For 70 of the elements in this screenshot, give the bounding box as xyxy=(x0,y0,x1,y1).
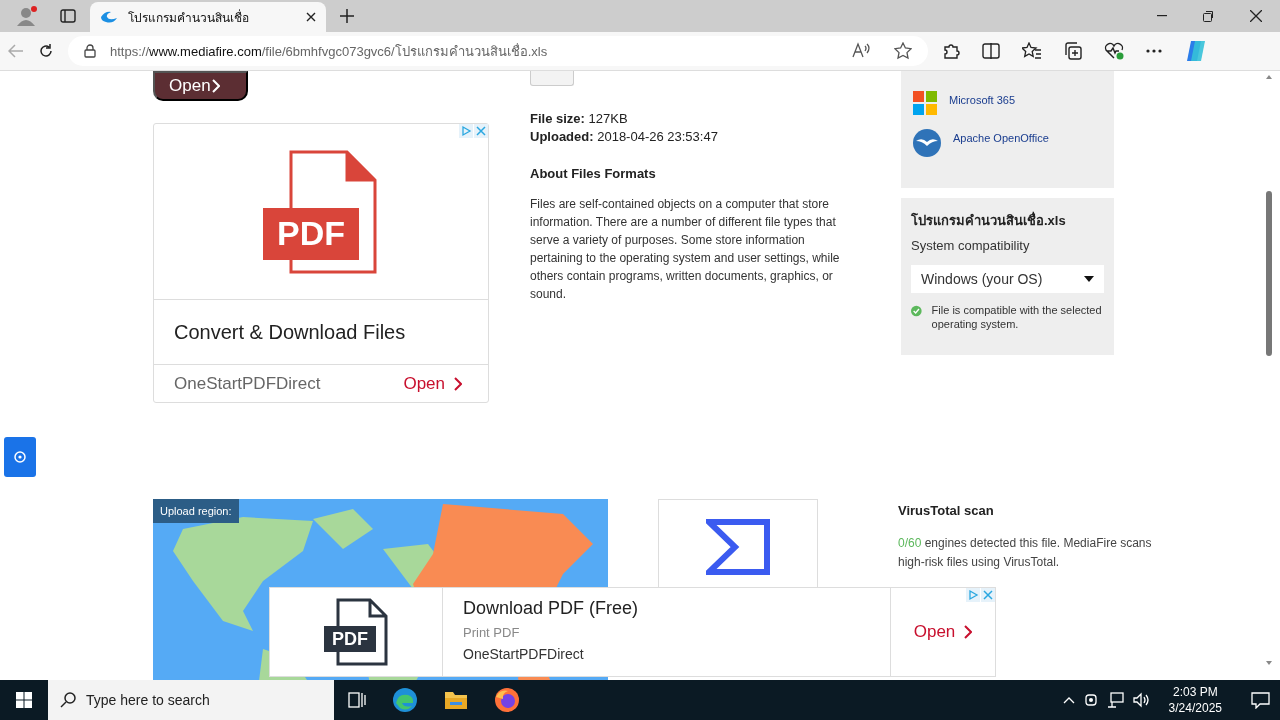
restore-icon[interactable] xyxy=(1203,10,1214,22)
more-icon[interactable] xyxy=(1146,49,1162,53)
gull-globe-icon xyxy=(913,129,941,157)
minimize-icon[interactable] xyxy=(1157,15,1167,17)
read-aloud-icon[interactable] xyxy=(852,42,872,58)
collections-icon[interactable] xyxy=(1064,42,1082,60)
chevron-icon xyxy=(453,376,462,391)
star-icon[interactable] xyxy=(894,42,912,60)
windows-start-icon[interactable] xyxy=(16,692,32,708)
split-screen-icon[interactable] xyxy=(982,43,1000,59)
settings-button[interactable] xyxy=(4,437,36,477)
chevron-icon xyxy=(210,79,220,93)
new-tab-icon[interactable] xyxy=(340,9,354,23)
close-icon[interactable] xyxy=(1250,10,1262,22)
open-button[interactable]: Open xyxy=(153,71,248,101)
ad-title: Download PDF (Free) xyxy=(463,598,640,619)
scan-heading: VirusTotal scan xyxy=(898,502,995,520)
section-heading: About Files Formats xyxy=(530,166,657,181)
ad-card[interactable]: PDF Convert & Download Files OneStartPDFDirect Open xyxy=(153,123,489,403)
search-icon xyxy=(60,692,76,708)
floating-ad-banner[interactable]: PDF Download PDF (Free) Print PDF OneStartPDFDirect Open xyxy=(269,587,996,677)
extensions-icon[interactable] xyxy=(942,42,960,60)
edge-browser-icon[interactable] xyxy=(392,687,418,713)
about-paragraph: Files are self-contained objects on a computer that store information. There are a number of different file types that serve a variety of purposes. Some store information pertaining to the operating system and user settings, while others contain programs, written documents, graphics, or sound. xyxy=(530,196,841,303)
ad-open-link[interactable]: Open xyxy=(403,373,462,394)
os-dropdown[interactable]: Windows (your OS) xyxy=(911,265,1104,293)
compatibility-label: System compatibility xyxy=(911,238,1031,253)
favorites-icon[interactable] xyxy=(1022,42,1042,60)
close-icon[interactable] xyxy=(306,12,316,22)
advertiser-name: OneStartPDFDirect xyxy=(174,373,321,394)
scan-result-text: 0/60 engines detected this file. MediaFire scans high-risk files using VirusTotal. xyxy=(898,535,1153,571)
sigma-logo-icon xyxy=(706,519,770,575)
app-link[interactable]: Microsoft 365 xyxy=(949,94,1016,106)
lock-icon xyxy=(84,44,96,58)
pdf-label: PDF xyxy=(331,627,369,651)
compatibility-status: File is compatible with the selected operating system. xyxy=(931,303,1103,331)
file-info-line: File size: 127KB xyxy=(530,110,629,128)
url-text: https://www.mediafire.com/file/6bmhfvgc073gvc6/โปรแกรมคำนวนสินเชื่อ.xls xyxy=(110,42,548,61)
folder-icon[interactable] xyxy=(444,690,468,710)
camera-icon[interactable] xyxy=(1082,692,1099,708)
pdf-label: PDF xyxy=(276,213,346,254)
chevron-up-icon[interactable] xyxy=(1062,696,1075,704)
pdf-file-icon xyxy=(324,598,388,666)
upload-region-label: Upload region: xyxy=(153,499,239,523)
windows-logo-icon xyxy=(913,91,937,115)
refresh-icon[interactable] xyxy=(38,43,54,59)
health-icon[interactable] xyxy=(1104,42,1124,60)
firefox-icon[interactable] xyxy=(494,687,520,713)
chevron-icon xyxy=(963,625,973,639)
tab-actions-icon[interactable] xyxy=(60,9,76,23)
file-name: โปรแกรมคำนวนสินเชื่อ.xls xyxy=(911,210,1067,230)
ad-title: Convert & Download Files xyxy=(154,300,488,365)
ad-subtitle: Print PDF xyxy=(463,625,521,640)
check-circle-icon xyxy=(911,303,922,319)
volume-icon[interactable] xyxy=(1132,692,1151,708)
settings-icon xyxy=(13,450,27,464)
site-favicon-icon xyxy=(100,11,118,23)
advertiser-name: OneStartPDFDirect xyxy=(463,646,585,662)
address-bar[interactable]: https://www.mediafire.com/file/6bmhfvgc073gvc6/โปรแกรมคำนวนสินเชื่อ.xls xyxy=(68,36,928,66)
taskbar-clock[interactable]: 2:03 PM 3/24/2025 xyxy=(1158,684,1232,716)
ad-open-link[interactable]: Open xyxy=(913,622,973,642)
copilot-icon[interactable] xyxy=(1184,39,1208,63)
task-view-icon[interactable] xyxy=(348,692,366,708)
profile-icon[interactable] xyxy=(16,5,38,27)
network-icon[interactable] xyxy=(1106,692,1125,708)
file-info-line: Uploaded: 2018-04-26 23:53:47 xyxy=(530,128,719,146)
app-link[interactable]: Apache OpenOffice xyxy=(953,132,1049,144)
taskbar-search-field[interactable]: Type here to search xyxy=(48,680,334,720)
caret-icon xyxy=(1084,276,1094,282)
browser-tab[interactable]: โปรแกรมคำนวนสินเชื่อ xyxy=(90,2,326,32)
